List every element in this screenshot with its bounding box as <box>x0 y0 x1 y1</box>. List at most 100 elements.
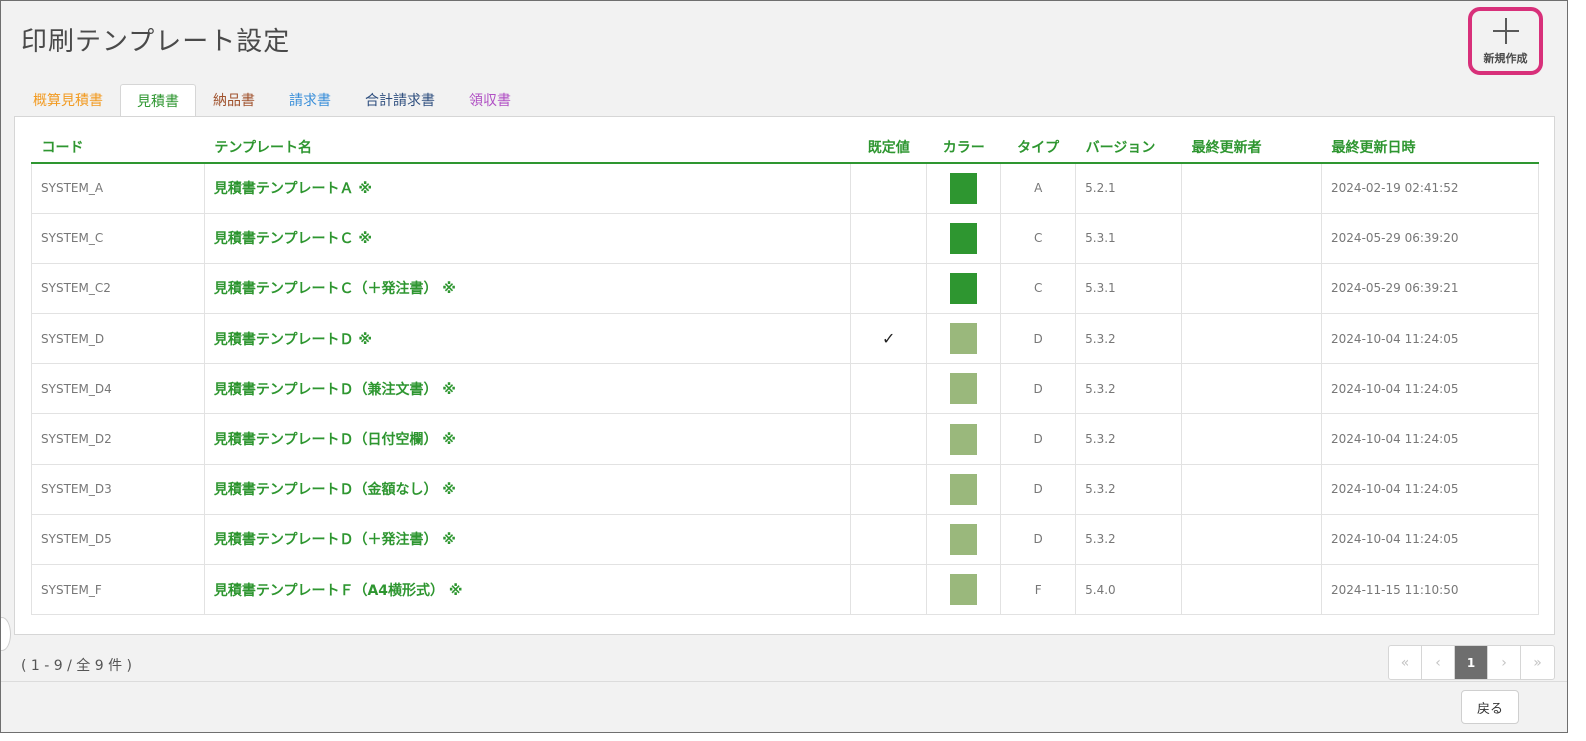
cell-template-name: 見積書テンプレートＡ ※ <box>203 162 852 214</box>
table-row[interactable]: SYSTEM_C 見積書テンプレートＣ ※ C 5.3.1 2024-05-29 06:… <box>31 212 1539 264</box>
cell-code: SYSTEM_F <box>31 563 205 616</box>
cell-updater <box>1181 212 1323 264</box>
color-swatch <box>950 473 978 505</box>
cell-template-name: 見積書テンプレートＤ（＋発注書） ※ <box>203 513 852 566</box>
record-count: ( 1 - 9 / 全 9 件 ) <box>21 658 133 674</box>
header-updated-at[interactable]: 最終更新日時 <box>1321 131 1539 164</box>
page-title: 印刷テンプレート設定 <box>21 27 291 57</box>
tab-3[interactable]: 請求書 <box>272 83 348 117</box>
template-name-link[interactable]: 見積書テンプレートＤ（＋発注書） ※ <box>214 532 456 548</box>
cell-type: C <box>1000 212 1077 264</box>
cell-template-name: 見積書テンプレートＦ（A4横形式） ※ <box>203 563 852 616</box>
template-table-panel: コード テンプレート名 既定値 カラー タイプ バージョン 最終更新者 最終更新… <box>14 116 1555 635</box>
cell-default <box>850 363 928 415</box>
template-name-link[interactable]: 見積書テンプレートＤ（兼注文書） ※ <box>214 382 456 398</box>
cell-code: SYSTEM_D4 <box>31 363 205 415</box>
header-code[interactable]: コード <box>31 131 205 164</box>
cell-type: D <box>1000 413 1077 465</box>
new-template-label: 新規作成 <box>1483 52 1528 65</box>
header-version[interactable]: バージョン <box>1075 131 1182 164</box>
cell-updated-at: 2024-10-04 11:24:05 <box>1321 363 1539 415</box>
header-updater[interactable]: 最終更新者 <box>1181 131 1322 164</box>
table-row[interactable]: SYSTEM_D5 見積書テンプレートＤ（＋発注書） ※ D 5.3.2 2024-10… <box>31 513 1539 566</box>
template-name-link[interactable]: 見積書テンプレートＤ ※ <box>214 332 372 348</box>
cell-code: SYSTEM_D3 <box>31 463 205 515</box>
cell-default <box>850 262 928 315</box>
footer-divider <box>1 681 1567 682</box>
cell-type: F <box>1000 563 1077 616</box>
cell-updated-at: 2024-10-04 11:24:05 <box>1321 513 1539 566</box>
table-row[interactable]: SYSTEM_D2 見積書テンプレートＤ（日付空欄） ※ D 5.3.2 2024-10… <box>31 413 1539 465</box>
cell-type: C <box>1000 262 1077 315</box>
tab-5[interactable]: 領収書 <box>452 83 528 117</box>
table-row[interactable]: SYSTEM_F 見積書テンプレートＦ（A4横形式） ※ F 5.4.0 2024-11… <box>31 563 1539 616</box>
tab-4[interactable]: 合計請求書 <box>348 83 452 117</box>
header-default[interactable]: 既定値 <box>850 131 927 164</box>
cell-color <box>926 563 1002 616</box>
table-row[interactable]: SYSTEM_D 見積書テンプレートＤ ※ ✓ D 5.3.2 2024-10-04 11… <box>31 313 1539 365</box>
tab-0[interactable]: 概算見積書 <box>16 83 120 117</box>
new-template-button[interactable]: 新規作成 <box>1468 7 1543 75</box>
header-template-name[interactable]: テンプレート名 <box>204 131 851 164</box>
cell-template-name: 見積書テンプレートＤ（兼注文書） ※ <box>203 363 852 415</box>
cell-default <box>850 212 928 264</box>
cell-code: SYSTEM_D2 <box>31 413 205 465</box>
color-swatch <box>950 222 978 254</box>
color-swatch <box>950 523 978 555</box>
cell-color <box>926 212 1002 264</box>
header-type[interactable]: タイプ <box>1000 131 1076 164</box>
cell-updated-at: 2024-10-04 11:24:05 <box>1321 463 1539 515</box>
color-swatch <box>950 423 978 455</box>
template-name-link[interactable]: 見積書テンプレートＣ（＋発注書） ※ <box>214 281 456 297</box>
cell-template-name: 見積書テンプレートＤ ※ <box>203 313 852 365</box>
table-row[interactable]: SYSTEM_C2 見積書テンプレートＣ（＋発注書） ※ C 5.3.1 2024-05… <box>31 262 1539 315</box>
cell-template-name: 見積書テンプレートＣ ※ <box>203 212 852 264</box>
cell-default <box>850 413 928 465</box>
template-name-link[interactable]: 見積書テンプレートＤ（日付空欄） ※ <box>214 432 456 448</box>
default-check-icon: ✓ <box>882 329 896 349</box>
table-header-row: コード テンプレート名 既定値 カラー タイプ バージョン 最終更新者 最終更新… <box>31 131 1539 164</box>
cell-code: SYSTEM_D <box>31 313 205 365</box>
color-swatch <box>950 373 978 405</box>
cell-color <box>926 313 1002 365</box>
next-page-button[interactable]: › <box>1488 646 1521 679</box>
table-row[interactable]: SYSTEM_D4 見積書テンプレートＤ（兼注文書） ※ D 5.3.2 2024-10… <box>31 363 1539 415</box>
back-button[interactable]: 戻る <box>1461 690 1519 724</box>
cell-default <box>850 162 928 214</box>
cell-color <box>926 162 1002 214</box>
cell-updater <box>1181 413 1323 465</box>
template-name-link[interactable]: 見積書テンプレートＦ（A4横形式） ※ <box>214 583 463 599</box>
table-row[interactable]: SYSTEM_A 見積書テンプレートＡ ※ A 5.2.1 2024-02-19 02:… <box>31 162 1539 214</box>
cell-type: D <box>1000 363 1077 415</box>
cell-color <box>926 363 1002 415</box>
tab-2[interactable]: 納品書 <box>196 83 272 117</box>
cell-version: 5.3.2 <box>1075 413 1183 465</box>
cell-type: D <box>1000 513 1077 566</box>
cell-updated-at: 2024-10-04 11:24:05 <box>1321 413 1539 465</box>
cell-version: 5.3.2 <box>1075 363 1183 415</box>
cell-code: SYSTEM_C <box>31 212 205 264</box>
cell-updater <box>1181 363 1323 415</box>
header-color[interactable]: カラー <box>926 131 1001 164</box>
tab-1[interactable]: 見積書 <box>120 84 196 118</box>
current-page-button[interactable]: 1 <box>1455 646 1488 679</box>
cell-default <box>850 563 928 616</box>
last-page-button[interactable]: » <box>1521 646 1554 679</box>
plus-icon <box>1491 16 1521 46</box>
cell-updater <box>1181 262 1323 315</box>
prev-page-button[interactable]: ‹ <box>1422 646 1455 679</box>
cell-updated-at: 2024-02-19 02:41:52 <box>1321 162 1539 214</box>
cell-color <box>926 513 1002 566</box>
template-table: コード テンプレート名 既定値 カラー タイプ バージョン 最終更新者 最終更新… <box>31 131 1539 616</box>
cell-version: 5.3.2 <box>1075 313 1183 365</box>
table-row[interactable]: SYSTEM_D3 見積書テンプレートＤ（金額なし） ※ D 5.3.2 2024-10… <box>31 463 1539 515</box>
cell-version: 5.3.1 <box>1075 212 1183 264</box>
cell-updater <box>1181 563 1323 616</box>
template-name-link[interactable]: 見積書テンプレートＤ（金額なし） ※ <box>214 482 456 498</box>
sidebar-toggle-handle[interactable] <box>1 617 11 651</box>
cell-color <box>926 413 1002 465</box>
template-name-link[interactable]: 見積書テンプレートＣ ※ <box>214 231 372 247</box>
cell-code: SYSTEM_A <box>31 162 205 214</box>
template-name-link[interactable]: 見積書テンプレートＡ ※ <box>214 181 372 197</box>
first-page-button[interactable]: « <box>1389 646 1422 679</box>
